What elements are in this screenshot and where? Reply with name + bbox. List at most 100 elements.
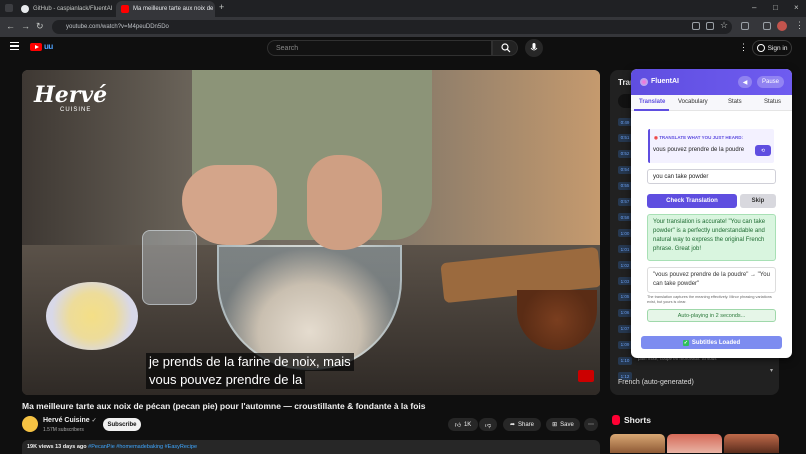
install-app-icon[interactable] (692, 22, 700, 30)
subtitles-loaded-status: ✓ Subtitles Loaded (641, 336, 782, 349)
youtube-header: uu Search ⋮ Sign in (0, 37, 806, 59)
views-date: 19K views 13 days ago (27, 444, 87, 450)
thumbs-down-icon: 👎︎ (484, 422, 492, 429)
shorts-header: Shorts (612, 415, 651, 425)
transcript-timestamp[interactable]: 1:09 (618, 340, 632, 349)
tab-github-title: GitHub - caspianlack/FluentAI (33, 6, 113, 12)
translate-page-icon[interactable] (706, 22, 714, 30)
translation-pair: "vous pouvez prendre de la poudre" → "Yo… (647, 267, 776, 293)
youtube-logo[interactable] (30, 43, 42, 51)
channel-name[interactable]: Hervé Cuisine ✓ (43, 417, 97, 424)
settings-menu-icon[interactable]: ⋮ (739, 42, 748, 53)
subscribe-button[interactable]: Subscribe (103, 418, 141, 431)
transcript-language[interactable]: French (auto-generated) (618, 379, 694, 386)
active-tab-indicator (634, 109, 669, 111)
video-player[interactable]: Hervé CUISINE je prends de la farine de … (22, 70, 600, 395)
channel-branding-icon[interactable] (578, 370, 594, 382)
transcript-timestamp[interactable]: 0:51 (618, 133, 632, 142)
checkbox-icon: ✓ (682, 339, 689, 346)
prompt-label-text: TRANSLATE WHAT YOU JUST HEARD: (659, 135, 743, 140)
share-label: Share (518, 421, 535, 428)
transcript-timestamp[interactable]: 1:03 (618, 277, 632, 285)
video-description[interactable]: 19K views 13 days ago #PecanPie #homemad… (22, 440, 600, 454)
share-button[interactable]: ➦ Share (503, 418, 541, 431)
transcript-timestamp[interactable]: 1:10 (618, 356, 632, 365)
video-hand-left (182, 165, 277, 245)
search-button[interactable] (492, 40, 518, 56)
youtube-doodle-logo[interactable]: uu (44, 42, 53, 51)
bookmark-icon: ⊞ (552, 422, 558, 428)
more-actions-button[interactable]: ⋯ (584, 418, 598, 431)
like-button[interactable]: 👍︎ 1K (448, 418, 478, 431)
dislike-button[interactable]: 👎︎ (479, 418, 497, 431)
browser-menu-icon[interactable]: ⋮ (795, 20, 804, 31)
browser-toolbar: ← → ↻ youtube.com/watch?v=M4peuDDn5Do ☆ … (0, 17, 806, 37)
reading-list-icon[interactable] (763, 22, 771, 30)
tab-youtube-title: Ma meilleure tarte aux noix de (133, 6, 214, 12)
tab-status[interactable]: Status (764, 99, 781, 105)
minimize-icon[interactable]: – (752, 3, 756, 12)
transcript-timestamp[interactable]: 1:01 (618, 245, 632, 254)
transcript-timestamp[interactable]: 0:49 (618, 118, 632, 126)
transcript-timestamp[interactable]: 1:07 (618, 324, 632, 333)
new-tab-button[interactable]: + (219, 2, 224, 12)
address-bar[interactable]: youtube.com/watch?v=M4peuDDn5Do (52, 20, 732, 34)
tab-stats[interactable]: Stats (728, 99, 742, 105)
sign-in-button[interactable]: Sign in (752, 40, 792, 56)
shorts-label: Shorts (624, 415, 651, 425)
video-measuring-cup (142, 230, 197, 305)
transcript-timestamp[interactable]: 0:52 (618, 149, 632, 158)
forward-icon[interactable]: → (21, 21, 30, 31)
transcript-timestamp[interactable]: 1:02 (618, 261, 632, 270)
fluentai-tabs: Translate Vocabulary Stats Status (631, 95, 792, 111)
transcript-timestamp[interactable]: 1:06 (618, 308, 632, 317)
hamburger-menu-icon[interactable] (10, 42, 19, 50)
fluentai-title: FluentAI (651, 78, 679, 85)
autoplay-status: Auto-playing in 2 seconds... (647, 309, 776, 322)
tab-vocabulary[interactable]: Vocabulary (678, 99, 708, 105)
translation-input[interactable]: you can take powder (647, 169, 776, 184)
transcript-timestamp[interactable]: 0:55 (618, 181, 632, 190)
transcript-timestamp[interactable]: 1:05 (618, 292, 632, 301)
transcript-timestamp[interactable]: 1:00 (618, 229, 632, 238)
extensions-icon[interactable] (741, 22, 749, 30)
prompt-label: ◉ TRANSLATE WHAT YOU JUST HEARD: (654, 135, 743, 141)
voice-search-button[interactable] (525, 39, 543, 57)
transcript-timestamp[interactable]: 0:54 (618, 165, 632, 174)
transcript-scroll-icon[interactable]: ▾ (770, 367, 773, 374)
maximize-icon[interactable]: □ (773, 3, 778, 12)
verified-icon: ✓ (91, 418, 97, 424)
short-thumbnail[interactable] (724, 434, 779, 453)
skip-button[interactable]: Skip (740, 194, 776, 208)
previous-button[interactable]: ◀ (738, 76, 752, 88)
feedback-note: The translation captures the meaning eff… (647, 295, 772, 304)
heard-phrase: vous pouvez prendre de la poudre (653, 147, 745, 153)
replay-audio-button[interactable]: ⟲ (755, 145, 771, 156)
hashtags[interactable]: #PecanPie #homemadebaking #EasyRecipe (88, 444, 197, 450)
tab-search-icon[interactable] (5, 4, 13, 12)
transcript-timestamp[interactable]: 0:58 (618, 213, 632, 222)
search-input[interactable]: Search (267, 40, 492, 56)
save-button[interactable]: ⊞ Save (546, 418, 580, 431)
short-thumbnail[interactable] (667, 434, 722, 453)
subtitle-line: vous pouvez prendre de la (146, 371, 306, 389)
channel-avatar[interactable] (22, 416, 38, 432)
reload-icon[interactable]: ↻ (36, 21, 44, 32)
fluentai-panel: FluentAI ◀ Pause Translate Vocabulary St… (631, 69, 792, 358)
tab-youtube[interactable]: Ma meilleure tarte aux noix de × (116, 1, 215, 17)
bookmark-star-icon[interactable]: ☆ (720, 20, 728, 31)
pause-button[interactable]: Pause (757, 76, 784, 88)
back-icon[interactable]: ← (6, 21, 15, 31)
close-window-icon[interactable]: × (794, 3, 799, 12)
tab-github[interactable]: GitHub - caspianlack/FluentAI × (16, 1, 114, 17)
browser-tab-strip: GitHub - caspianlack/FluentAI × Ma meill… (0, 0, 806, 17)
short-thumbnail[interactable] (610, 434, 665, 453)
fluentai-header: FluentAI ◀ Pause (631, 69, 792, 95)
tab-translate[interactable]: Translate (639, 99, 665, 105)
microphone-icon (530, 43, 538, 51)
thumbs-up-icon: 👍︎ (454, 422, 461, 429)
transcript-timestamp[interactable]: 0:57 (618, 197, 632, 206)
check-translation-button[interactable]: Check Translation (647, 194, 737, 208)
save-label: Save (560, 421, 574, 428)
profile-avatar[interactable] (777, 21, 787, 31)
